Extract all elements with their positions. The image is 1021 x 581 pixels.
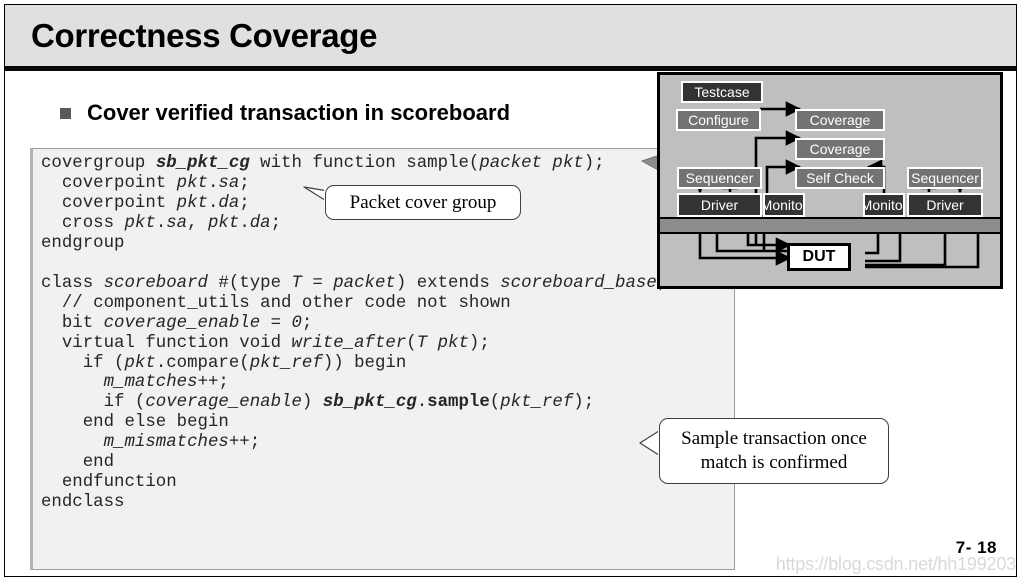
title-bar: Correctness Coverage bbox=[5, 5, 1016, 71]
diagram-box-coverage-bottom: Coverage bbox=[795, 138, 885, 160]
diagram-box-driver-left: Driver bbox=[677, 193, 762, 217]
callout-packet-cover-group: Packet cover group bbox=[325, 185, 521, 220]
slide-canvas: Correctness Coverage Cover verified tran… bbox=[0, 0, 1021, 581]
callout-sample-line1: Sample transaction once bbox=[681, 428, 867, 449]
diagram-box-sequencer-left: Sequencer bbox=[677, 167, 762, 189]
page-title: Correctness Coverage bbox=[31, 17, 378, 54]
diagram-label-self-check: Self Check bbox=[806, 170, 874, 186]
testbench-diagram: Testcase Configure Coverage Coverage Sel… bbox=[657, 72, 1003, 289]
diagram-box-dut: DUT bbox=[787, 243, 851, 271]
diagram-box-self-check: Self Check bbox=[795, 167, 885, 189]
diagram-label-sequencer-left: Sequencer bbox=[685, 170, 754, 186]
bullet-row: Cover verified transaction in scoreboard bbox=[60, 100, 510, 126]
diagram-label-driver-left: Driver bbox=[700, 197, 739, 213]
diagram-label-dut: DUT bbox=[802, 248, 836, 265]
diagram-label-monitor-right: Monitor bbox=[863, 197, 903, 213]
diagram-label-coverage-bottom: Coverage bbox=[809, 141, 871, 157]
bullet-text: Cover verified transaction in scoreboard bbox=[87, 100, 511, 125]
diagram-label-monitor-left: Monitor bbox=[763, 197, 803, 213]
callout-sample-line2: match is confirmed bbox=[700, 452, 848, 473]
slide-number: 7- 18 bbox=[955, 538, 997, 557]
callout-sample-transaction: Sample transaction once match is confirm… bbox=[659, 418, 889, 484]
diagram-box-testcase: Testcase bbox=[681, 81, 763, 103]
diagram-box-sequencer-right: Sequencer bbox=[907, 167, 983, 189]
diagram-box-coverage-top: Coverage bbox=[795, 109, 885, 131]
diagram-label-coverage-top: Coverage bbox=[809, 112, 871, 128]
diagram-label-driver-right: Driver bbox=[926, 197, 964, 213]
diagram-label-testcase: Testcase bbox=[694, 84, 750, 100]
diagram-bus bbox=[660, 217, 1000, 234]
diagram-box-monitor-right: Monitor bbox=[863, 193, 905, 217]
diagram-box-monitor-left: Monitor bbox=[763, 193, 805, 217]
diagram-label-sequencer-right: Sequencer bbox=[911, 170, 979, 186]
diagram-box-driver-right: Driver bbox=[907, 193, 983, 217]
diagram-box-configure: Configure bbox=[676, 109, 761, 131]
diagram-label-configure: Configure bbox=[688, 112, 749, 128]
callout-sample-label: Sample transaction once match is confirm… bbox=[681, 427, 867, 475]
square-bullet-icon bbox=[60, 107, 71, 119]
callout-packet-label: Packet cover group bbox=[349, 191, 497, 213]
